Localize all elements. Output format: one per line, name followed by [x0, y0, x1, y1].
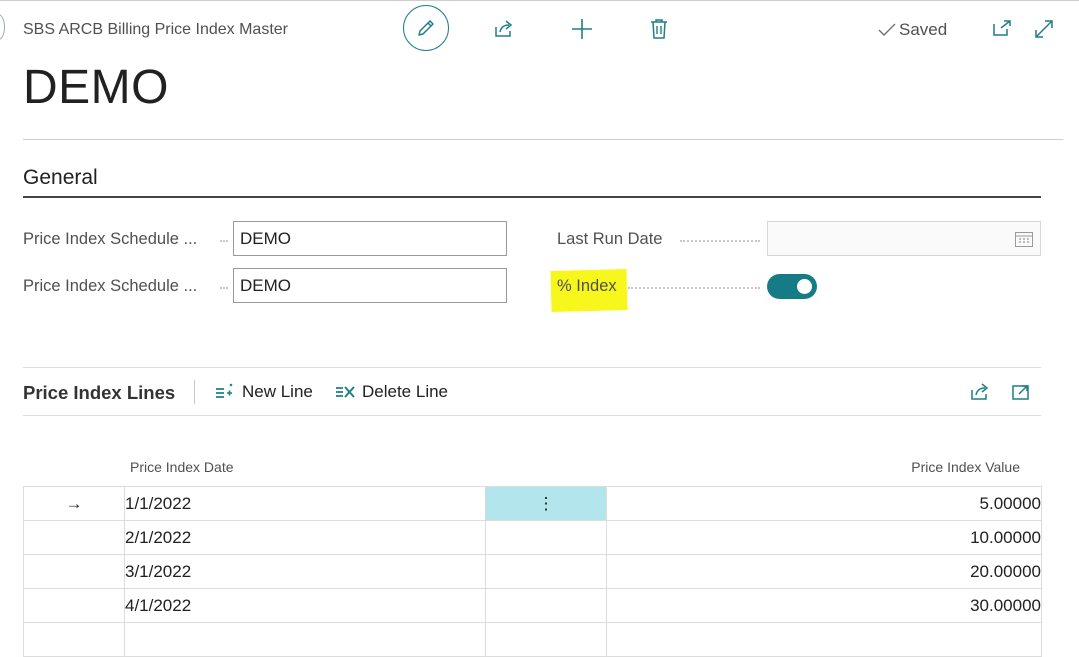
- field-leader-dots: [220, 240, 228, 242]
- saved-status: Saved: [878, 20, 947, 40]
- table-row[interactable]: → 1/1/2022 ⋮ 5.00000: [23, 486, 1042, 521]
- row-menu-cell[interactable]: [485, 520, 607, 555]
- trash-icon: [651, 19, 667, 39]
- lines-toolbar-divider: [23, 415, 1041, 416]
- price-index-schedule-input-1[interactable]: DEMO: [233, 221, 507, 256]
- last-run-date-input[interactable]: [767, 221, 1041, 256]
- price-index-date-cell[interactable]: 3/1/2022: [124, 554, 486, 589]
- field-leader-dots: [680, 240, 760, 242]
- calendar-icon[interactable]: [1014, 230, 1034, 248]
- price-index-schedule-input-2[interactable]: DEMO: [233, 268, 507, 303]
- collapsed-panel-edge: [0, 14, 5, 40]
- share-icon: [971, 383, 989, 400]
- price-index-value-cell[interactable]: 5.00000: [606, 486, 1042, 521]
- price-index-lines-title[interactable]: Price Index Lines: [23, 382, 175, 404]
- header-divider: [23, 139, 1063, 140]
- lines-share-button[interactable]: [966, 378, 994, 406]
- price-index-value-cell[interactable]: 10.00000: [606, 520, 1042, 555]
- field-leader-dots: [220, 287, 228, 289]
- row-menu-cell[interactable]: [485, 622, 607, 657]
- row-menu-cell[interactable]: [485, 554, 607, 589]
- saved-label: Saved: [899, 20, 948, 39]
- general-section-title[interactable]: General: [23, 166, 98, 190]
- open-new-window-button[interactable]: [988, 15, 1016, 43]
- lines-top-divider: [23, 367, 1041, 368]
- price-index-date-cell[interactable]: 1/1/2022: [124, 486, 486, 521]
- field-leader-dots: [628, 287, 760, 289]
- row-indicator-cell: [23, 554, 125, 589]
- new-line-label: New Line: [242, 382, 313, 401]
- checkmark-icon: [878, 23, 896, 36]
- price-index-date-cell[interactable]: 4/1/2022: [124, 588, 486, 623]
- price-index-date-cell[interactable]: 2/1/2022: [124, 520, 486, 555]
- pencil-icon: [418, 20, 434, 36]
- table-row[interactable]: 3/1/2022 20.00000: [23, 554, 1042, 589]
- share-icon: [495, 20, 513, 37]
- delete-line-icon: [336, 386, 355, 398]
- row-indicator-cell: [23, 622, 125, 657]
- table-row[interactable]: 2/1/2022 10.00000: [23, 520, 1042, 555]
- delete-line-button[interactable]: Delete Line: [334, 382, 448, 402]
- price-index-value-cell[interactable]: 30.00000: [606, 588, 1042, 623]
- top-border: [0, 0, 1079, 1]
- price-index-schedule-label-2: Price Index Schedule ...: [23, 277, 198, 295]
- percent-index-toggle[interactable]: [767, 274, 817, 299]
- delete-line-label: Delete Line: [362, 382, 449, 401]
- price-index-lines-grid: → 1/1/2022 ⋮ 5.00000 2/1/2022 10.00000 3…: [23, 486, 1042, 657]
- open-in-new-window-icon: [1012, 385, 1029, 400]
- column-header-price-index-value[interactable]: Price Index Value: [911, 459, 1020, 475]
- new-line-button[interactable]: New Line: [214, 382, 313, 402]
- section-underline: [23, 196, 1041, 198]
- percent-index-label: % Index: [557, 277, 617, 295]
- table-row-empty[interactable]: [23, 622, 1042, 657]
- share-button[interactable]: [490, 15, 518, 43]
- last-run-date-label: Last Run Date: [557, 230, 663, 248]
- price-index-schedule-label-1: Price Index Schedule ...: [23, 230, 198, 248]
- lines-open-new-window-button[interactable]: [1007, 378, 1035, 406]
- expand-icon: [1035, 20, 1053, 38]
- price-index-value-cell[interactable]: [606, 622, 1042, 657]
- expand-button[interactable]: [1030, 15, 1058, 43]
- row-menu-cell[interactable]: [485, 588, 607, 623]
- title-action-divider: [194, 380, 195, 404]
- current-row-arrow-icon: →: [23, 486, 125, 521]
- column-header-price-index-date[interactable]: Price Index Date: [130, 459, 234, 475]
- edit-button[interactable]: [403, 5, 449, 51]
- record-title: DEMO: [23, 61, 169, 114]
- new-record-button[interactable]: [568, 15, 596, 43]
- price-index-date-cell[interactable]: [124, 622, 486, 657]
- toggle-knob: [797, 279, 812, 294]
- open-in-new-window-icon: [993, 20, 1011, 36]
- table-row[interactable]: 4/1/2022 30.00000: [23, 588, 1042, 623]
- new-line-icon: [216, 383, 233, 398]
- row-menu-ellipsis-icon[interactable]: ⋮: [485, 486, 607, 521]
- row-indicator-cell: [23, 520, 125, 555]
- row-indicator-cell: [23, 588, 125, 623]
- plus-icon: [572, 19, 592, 39]
- page-caption: SBS ARCB Billing Price Index Master: [23, 21, 288, 38]
- delete-record-button[interactable]: [645, 15, 673, 43]
- price-index-value-cell[interactable]: 20.00000: [606, 554, 1042, 589]
